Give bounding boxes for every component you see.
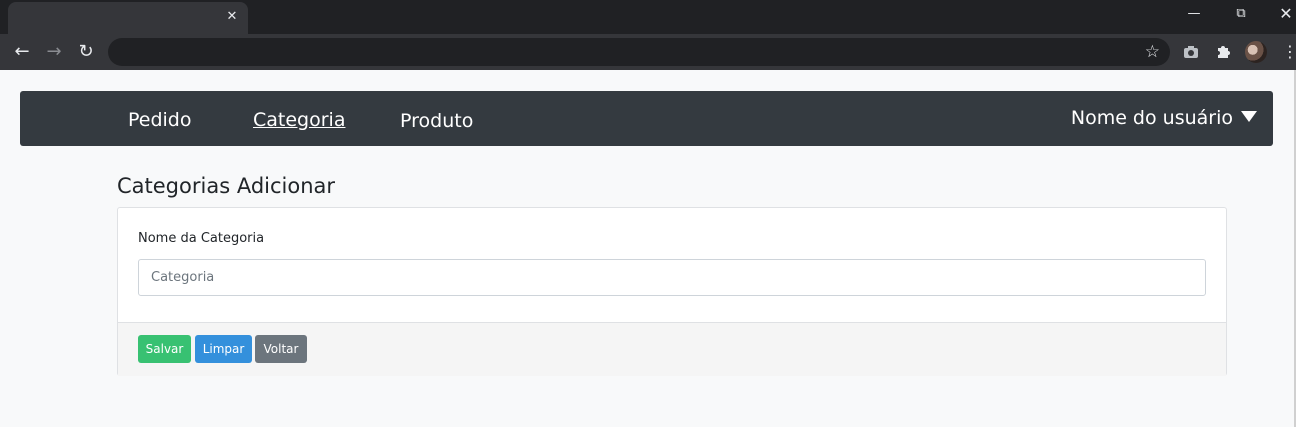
star-icon[interactable]: ☆ [1145,41,1160,63]
clear-button[interactable]: Limpar [195,335,252,363]
address-bar[interactable]: ☆ [108,38,1170,66]
avatar-icon[interactable] [1245,41,1267,63]
camera-icon[interactable] [1181,42,1201,62]
nav-link-produto[interactable]: Produto [400,109,473,133]
reload-icon[interactable]: ↻ [74,40,98,64]
nav-link-categoria[interactable]: Categoria [253,108,345,132]
save-button[interactable]: Salvar [138,335,191,363]
back-button[interactable]: Voltar [255,335,307,363]
user-menu[interactable]: Nome do usuário [1071,106,1257,130]
kebab-menu-icon[interactable]: ⋮ [1282,42,1296,62]
page-title: Categorias Adicionar [117,174,336,198]
browser-tab[interactable]: ✕ [8,2,248,34]
top-navbar: Pedido Categoria Produto Nome do usuário [20,91,1273,146]
browser-toolbar: ← → ↻ ☆ ⋮ [0,34,1296,70]
close-icon[interactable]: ✕ [1274,4,1296,24]
tab-close-icon[interactable]: ✕ [224,9,240,25]
minimize-icon[interactable]: — [1182,4,1206,24]
browser-tabstrip: ✕ — ⧉ ✕ [0,0,1296,34]
category-name-label: Nome da Categoria [138,231,265,246]
user-name-label: Nome do usuário [1070,107,1233,129]
category-name-input[interactable] [138,259,1206,296]
back-arrow-icon[interactable]: ← [10,40,34,64]
form-card: Nome da Categoria Salvar Limpar Voltar [117,207,1227,376]
nav-link-pedido[interactable]: Pedido [128,108,192,132]
caret-down-icon [1241,111,1257,122]
page-content: Pedido Categoria Produto Nome do usuário… [0,70,1296,427]
restore-icon[interactable]: ⧉ [1229,4,1253,24]
forward-arrow-icon[interactable]: → [42,40,66,64]
form-actions: Salvar Limpar Voltar [118,322,1226,376]
puzzle-icon[interactable] [1213,42,1233,62]
